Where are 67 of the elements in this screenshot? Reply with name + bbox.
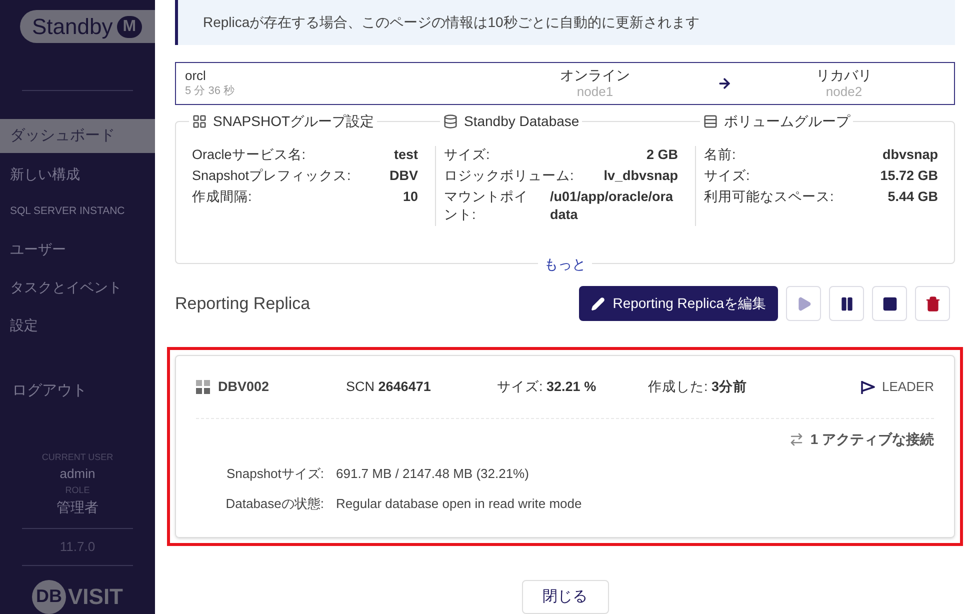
detail-label: Databaseの状態: [224, 494, 325, 513]
logout-link[interactable]: ログアウト [0, 380, 155, 403]
logo: Standby M [20, 10, 155, 43]
stop-button[interactable] [872, 286, 907, 322]
uptime-text: 5 分 36 秒 [185, 84, 236, 99]
replica-name: DBV002 [218, 378, 270, 396]
pause-icon [838, 296, 854, 312]
field-label: サイズ: [444, 146, 490, 164]
stop-icon [882, 296, 898, 312]
source-node-label: node1 [576, 84, 614, 100]
field-label: Oracleサービス名: [192, 146, 306, 164]
field-label: マウントポイント: [444, 188, 529, 224]
nav-item[interactable]: タスクとイベント [0, 270, 155, 305]
source-state: オンライン [560, 66, 630, 84]
nav-item[interactable]: 設定 [0, 308, 155, 342]
created-text: 作成した: 3分前 [648, 378, 748, 396]
arrow-icon [717, 76, 732, 91]
user-name: admin [60, 465, 96, 484]
database-icon [443, 114, 458, 129]
role-label: LEADER [882, 378, 934, 396]
field-value: DBV [389, 166, 418, 185]
play-icon [796, 296, 812, 312]
delete-button[interactable] [915, 286, 950, 322]
scn-text: SCN 2646471 [346, 378, 432, 396]
field-label: 利用可能なスペース: [704, 188, 834, 206]
detail-value: Regular database open in read write mode [336, 494, 582, 513]
field-value: 15.72 GB [880, 166, 938, 185]
brand-logo: DB VISIT [32, 580, 123, 614]
transfer-icon [789, 432, 804, 448]
trash-icon [924, 296, 940, 312]
pencil-icon [590, 296, 605, 311]
panel-title: SNAPSHOTグループ設定 [213, 112, 374, 131]
grid-icon [192, 114, 207, 129]
field-value: 5.44 GB [888, 188, 938, 206]
panel-title: Standby Database [464, 112, 580, 131]
flag-icon [860, 380, 876, 395]
field-value: test [394, 146, 418, 164]
panel-title: ボリュームグループ [724, 112, 850, 131]
field-value: lv_dbvsnap [604, 166, 678, 185]
pause-button[interactable] [829, 286, 864, 322]
target-state: リカバリ [816, 66, 872, 84]
user-role: 管理者 [56, 498, 98, 518]
section-title: Reporting Replica [175, 292, 310, 315]
grid-icon [196, 380, 210, 394]
nav-item[interactable]: ユーザー [0, 232, 155, 267]
field-value: /u01/app/oracle/oradata [550, 188, 674, 224]
close-button[interactable]: 閉じる [522, 580, 608, 614]
nav-item[interactable]: 新しい構成 [0, 157, 155, 192]
detail-value: 691.7 MB / 2147.48 MB (32.21%) [336, 465, 529, 484]
detail-label: Snapshotサイズ: [225, 465, 325, 484]
target-node-label: node2 [826, 84, 862, 100]
field-label: 名前: [704, 146, 736, 164]
info-banner: Replicaが存在する場合、このページの情報は10秒ごとに自動的に更新されます [175, 0, 955, 45]
field-label: 作成間隔: [192, 188, 252, 206]
field-label: Snapshotプレフィックス: [192, 166, 351, 185]
field-label: ロジックボリューム: [444, 166, 574, 185]
size-text: サイズ: 32.21 % [497, 378, 598, 396]
connections-text: 1 アクティブな接続 [810, 430, 934, 450]
database-name: orcl [185, 68, 207, 84]
rows-icon [703, 114, 718, 129]
edit-button[interactable]: Reporting Replicaを編集 [578, 286, 778, 322]
field-value: dbvsnap [882, 146, 938, 164]
nav-item[interactable]: ダッシュボード [0, 119, 155, 154]
field-value: 2 GB [646, 146, 678, 164]
field-value: 10 [402, 188, 418, 206]
field-label: サイズ: [704, 166, 750, 185]
nav-item[interactable]: SQL SERVER INSTANC [0, 195, 155, 229]
